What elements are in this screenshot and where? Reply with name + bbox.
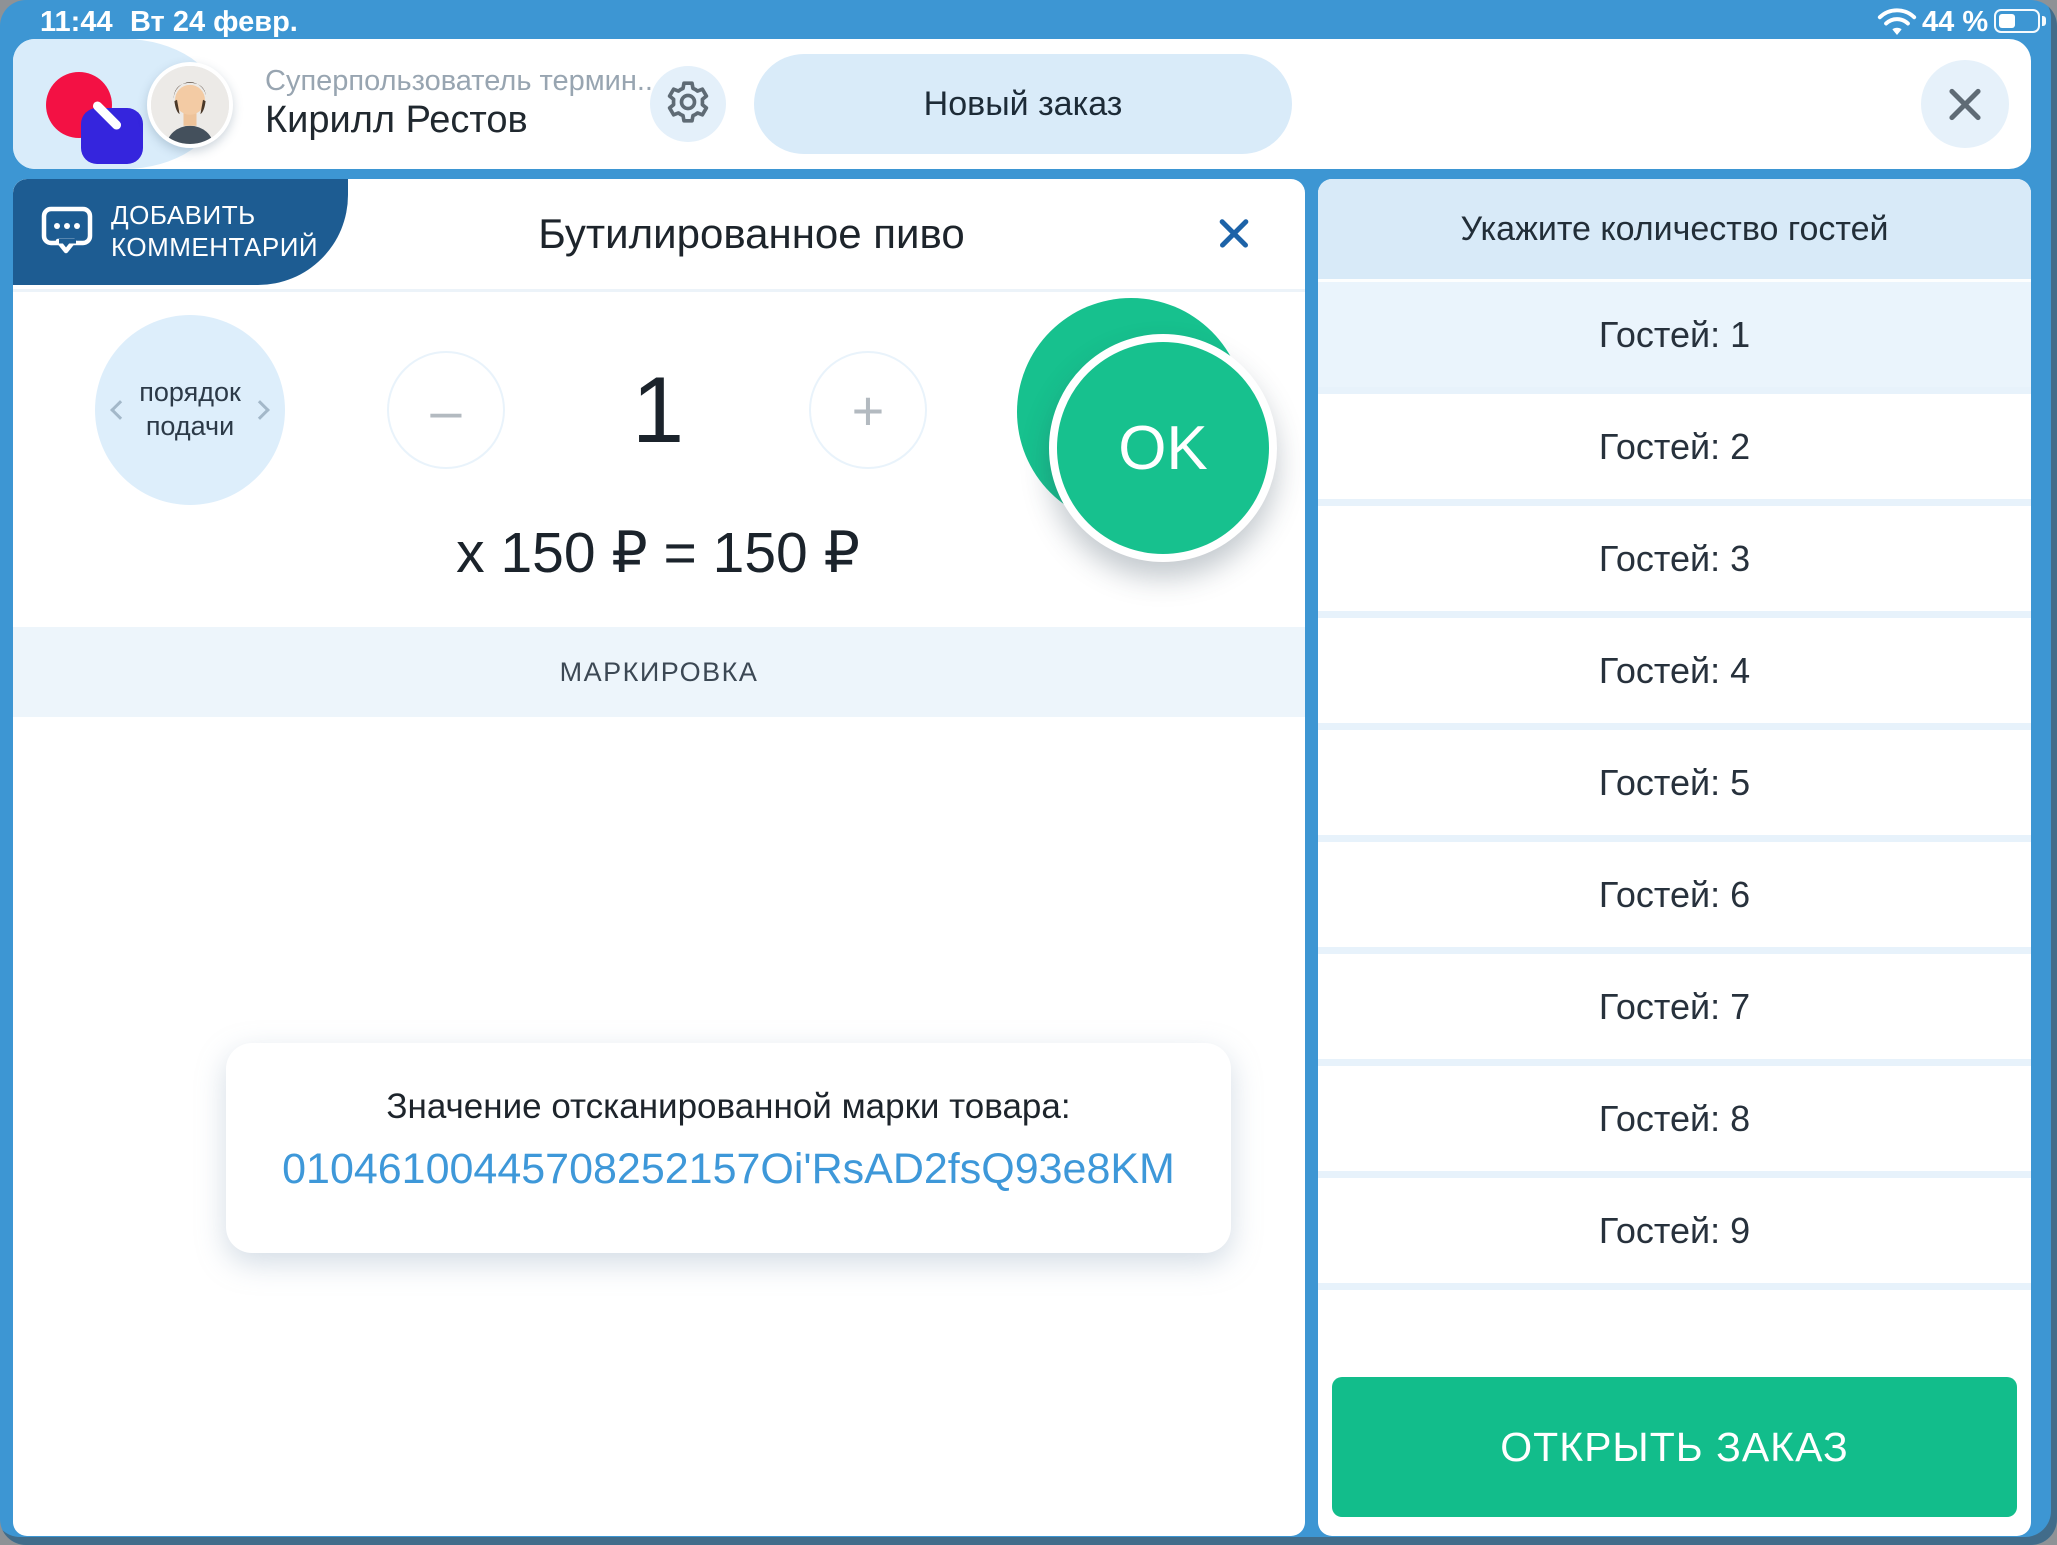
open-order-button[interactable]: ОТКРЫТЬ ЗАКАЗ: [1332, 1377, 2017, 1517]
divider: [13, 289, 1305, 292]
tab-new-order-label: Новый заказ: [924, 85, 1123, 124]
guest-count-row[interactable]: Гостей: 7: [1318, 954, 2031, 1066]
add-comment-label: ДОБАВИТЬ КОММЕНТАРИЙ: [111, 200, 318, 263]
wifi-icon: [1877, 8, 1917, 41]
app-canvas: 11:44 Вт 24 февр. 44 %: [0, 0, 2057, 1545]
user-name: Кирилл Рестов: [265, 99, 528, 142]
plus-icon: +: [852, 378, 885, 443]
scanned-mark-value: 01046100445708252157Oi'RsAD2fsQ93e8KM: [226, 1145, 1231, 1194]
guest-count-label: Гостей: 5: [1599, 762, 1750, 804]
guest-count-row[interactable]: Гостей: 8: [1318, 1066, 2031, 1178]
guest-count-label: Гостей: 6: [1599, 874, 1750, 916]
quantity-decrease-button[interactable]: –: [387, 351, 505, 469]
guest-count-label: Гостей: 4: [1599, 650, 1750, 692]
guest-count-row[interactable]: Гостей: 3: [1318, 506, 2031, 618]
guest-count-label: Гостей: 7: [1599, 986, 1750, 1028]
battery-nub: [2042, 16, 2046, 26]
tab-new-order[interactable]: Новый заказ: [754, 54, 1292, 154]
guest-count-label: Гостей: 2: [1599, 426, 1750, 468]
guest-count-label: Гостей: 1: [1599, 314, 1750, 356]
guest-count-row[interactable]: Гостей: 5: [1318, 730, 2031, 842]
close-app-button[interactable]: [1921, 60, 2009, 148]
scanned-mark-card: Значение отсканированной марки товара: 0…: [226, 1043, 1231, 1253]
open-order-label: ОТКРЫТЬ ЗАКАЗ: [1500, 1424, 1848, 1471]
battery-icon: [1994, 9, 2040, 33]
clock: 11:44: [40, 6, 113, 39]
guest-count-row[interactable]: Гостей: 2: [1318, 394, 2031, 506]
serving-order-selector[interactable]: порядок подачи: [95, 315, 285, 505]
status-bar: 11:44 Вт 24 февр. 44 %: [0, 0, 2057, 42]
guests-panel: Укажите количество гостей Гостей: 1 Гост…: [1318, 179, 2031, 1536]
user-role: Суперпользователь термин...: [265, 65, 661, 98]
serving-order-label: порядок: [139, 376, 241, 410]
product-title: Бутилированное пиво: [348, 179, 1155, 289]
guest-count-label: Гостей: 8: [1599, 1098, 1750, 1140]
guests-list: Гостей: 1 Гостей: 2 Гостей: 3 Гостей: 4 …: [1318, 282, 2031, 1290]
header-bar: Суперпользователь термин... Кирилл Ресто…: [13, 39, 2031, 169]
quantity-value: 1: [573, 351, 743, 469]
chevron-left-icon[interactable]: [110, 400, 130, 420]
guest-count-row[interactable]: Гостей: 4: [1318, 618, 2031, 730]
gear-icon: [665, 79, 711, 130]
close-product-dialog-button[interactable]: [1201, 201, 1265, 265]
guests-panel-header: Укажите количество гостей: [1318, 179, 2031, 282]
add-comment-button[interactable]: ДОБАВИТЬ КОММЕНТАРИЙ: [13, 179, 348, 285]
guest-count-row[interactable]: Гостей: 6: [1318, 842, 2031, 954]
minus-icon: –: [430, 378, 461, 443]
user-avatar[interactable]: [147, 62, 233, 148]
guest-count-label: Гостей: 3: [1599, 538, 1750, 580]
quantity-increase-button[interactable]: +: [809, 351, 927, 469]
guest-count-row[interactable]: Гостей: 9: [1318, 1178, 2031, 1290]
chevron-right-icon[interactable]: [250, 400, 270, 420]
product-dialog: ДОБАВИТЬ КОММЕНТАРИЙ Бутилированное пиво…: [13, 179, 1305, 1536]
ok-button[interactable]: OK: [1049, 334, 1277, 562]
ok-button-label: OK: [1118, 413, 1208, 484]
settings-button[interactable]: [650, 66, 726, 142]
battery-percent: 44 %: [1922, 6, 1988, 39]
serving-order-label2: подачи: [146, 410, 234, 444]
price-formula: x 150 ₽ = 150 ₽: [293, 518, 1023, 588]
marking-section-header: МАРКИРОВКА: [13, 627, 1305, 717]
status-date: Вт 24 февр.: [130, 6, 298, 39]
guest-count-label: Гостей: 9: [1599, 1210, 1750, 1252]
comment-bubble-icon: [41, 206, 93, 259]
scanned-mark-label: Значение отсканированной марки товара:: [226, 1087, 1231, 1127]
guest-count-row[interactable]: Гостей: 1: [1318, 282, 2031, 394]
